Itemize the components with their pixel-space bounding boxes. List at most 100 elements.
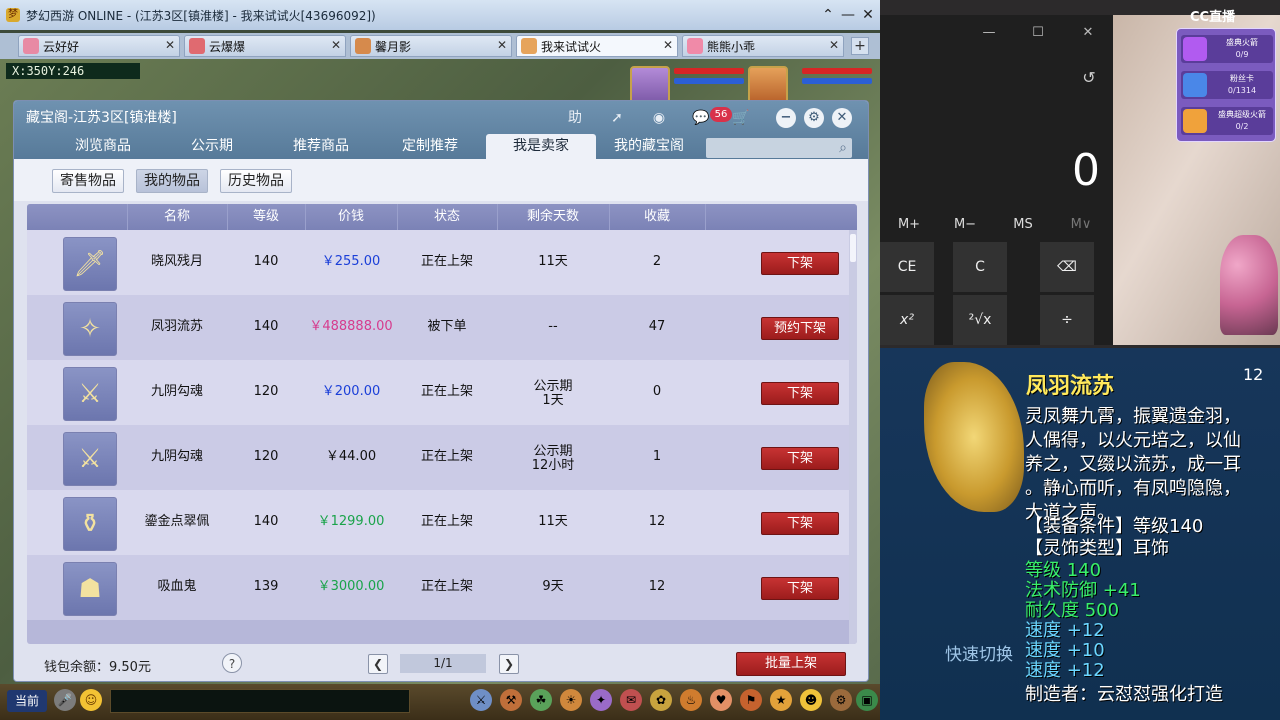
close-tab-icon[interactable]: ✕ [331,38,341,52]
help-question-icon[interactable]: ? [222,653,242,673]
divide-button[interactable]: ÷ [1040,295,1094,345]
quick-switch-label: 快速切换 [945,645,1013,665]
system-icon[interactable]: ⚙ [830,689,852,711]
smile-icon[interactable]: ☻ [800,689,822,711]
item-thumbnail[interactable]: ✧ [63,302,117,356]
search-icon[interactable]: ⌕ [834,139,852,157]
calc-maximize-button[interactable]: ☐ [1027,23,1049,43]
close-tab-icon[interactable]: ✕ [497,38,507,52]
delist-button[interactable]: 下架 [761,512,839,535]
calc-close-button[interactable]: ✕ [1077,23,1099,43]
record-icon[interactable]: ◉ [648,108,670,128]
delist-button[interactable]: 下架 [761,577,839,600]
clear-entry-button[interactable]: CE [880,242,934,292]
memory-subtract-button[interactable]: M− [942,215,988,235]
search-input[interactable] [706,138,852,158]
blade-icon: 🗡 [73,249,107,279]
minimize-button[interactable]: — [838,6,858,24]
friend-icon[interactable]: ♥ [710,689,732,711]
table-row[interactable]: ⚱ 鎏金点翠佩 140 ￥1299.00 正在上架 11天 12 下架 [27,490,849,555]
tab-public-period[interactable]: 公示期 [157,134,267,159]
memory-list-button[interactable]: M∨ [1058,215,1104,235]
delist-button[interactable]: 下架 [761,447,839,470]
item-icon[interactable]: ⚒ [500,689,522,711]
cart-icon[interactable]: 🛒 [730,108,752,128]
share-icon[interactable]: ➚ [606,108,628,128]
memory-store-button[interactable]: MS [1000,215,1046,235]
tab-recommended[interactable]: 推荐商品 [266,134,376,159]
calc-minimize-button[interactable]: — [978,23,1000,43]
table-row[interactable]: ☗ 吸血鬼 139 ￥3000.00 正在上架 9天 12 下架 [27,555,849,620]
pet-icon[interactable]: ☀ [560,689,582,711]
character-tab-1[interactable]: 云好好 ✕ [18,35,180,57]
character-tab-2[interactable]: 云爆爆 ✕ [184,35,346,57]
next-page-button[interactable]: ❯ [499,654,519,674]
character-tab-4[interactable]: 我来试试火 ✕ [516,35,678,57]
help-button[interactable]: 助 [564,108,586,128]
task-icon[interactable]: ✉ [620,689,642,711]
tab-seller[interactable]: 我是卖家 [486,134,596,159]
square-button[interactable]: x² [880,295,934,345]
delist-button[interactable]: 下架 [761,252,839,275]
memory-add-button[interactable]: M+ [886,215,932,235]
subtab-history[interactable]: 历史物品 [220,169,292,193]
backspace-button[interactable]: ⌫ [1040,242,1094,292]
chat-channel-button[interactable]: 当前 [7,690,47,712]
emoji-icon[interactable]: ☺ [80,689,102,711]
sqrt-button[interactable]: ²√x [953,295,1007,345]
item-thumbnail[interactable]: ⚱ [63,497,117,551]
item-status-cell: 正在上架 [420,384,473,399]
table-row[interactable]: ⚔ 九阴勾魂 120 ￥44.00 正在上架 公示期 12小时 1 下架 [27,425,849,490]
tab-browse[interactable]: 浏览商品 [48,134,158,159]
pet-portrait[interactable] [630,66,670,104]
character-tab-5[interactable]: 熊熊小乖 ✕ [682,35,844,57]
subtab-consign[interactable]: 寄售物品 [52,169,124,193]
table-scrollbar[interactable] [849,230,857,644]
reserve-delist-button[interactable]: 预约下架 [761,317,839,340]
table-row[interactable]: ⚔ 九阴勾魂 120 ￥200.00 正在上架 公示期 1天 0 下架 [27,360,849,425]
avatar [687,38,703,54]
settings-gear-icon[interactable]: ⚙ [804,108,824,128]
skill-icon[interactable]: ✦ [590,689,612,711]
new-tab-button[interactable]: + [851,37,869,55]
player-portrait[interactable] [748,66,788,104]
computer-icon[interactable]: ▣ [856,689,878,711]
close-tab-icon[interactable]: ✕ [663,38,673,52]
chat-input[interactable] [110,689,410,713]
close-tab-icon[interactable]: ✕ [829,38,839,52]
item-thumbnail[interactable]: 🗡 [63,237,117,291]
guild-icon[interactable]: ⚑ [740,689,762,711]
history-icon[interactable]: ↺ [1078,67,1100,89]
batch-list-button[interactable]: 批量上架 [736,652,846,676]
table-row[interactable]: ✧ 凤羽流苏 140 ￥488888.00 被下单 -- 47 预约下架 [27,295,849,360]
team-icon[interactable]: ☘ [530,689,552,711]
tab-my-pavilion[interactable]: 我的藏宝阁 [594,134,704,159]
scrollbar-thumb[interactable] [850,234,856,262]
clear-button[interactable]: C [953,242,1007,292]
gift-item[interactable]: 粉丝卡 0/1314 [1181,71,1273,99]
attack-icon[interactable]: ⚔ [470,689,492,711]
minimize-dialog-button[interactable]: − [776,108,796,128]
collapse-icon[interactable]: ⌃ [818,6,838,24]
close-dialog-button[interactable]: ✕ [832,108,852,128]
subtab-my-items[interactable]: 我的物品 [136,169,208,193]
item-thumbnail[interactable]: ⚔ [63,367,117,421]
item-thumbnail[interactable]: ⚔ [63,432,117,486]
prev-page-button[interactable]: ❮ [368,654,388,674]
gift-icon[interactable]: ✿ [650,689,672,711]
item-thumbnail[interactable]: ☗ [63,562,117,616]
ranking-icon[interactable]: ★ [770,689,792,711]
close-tab-icon[interactable]: ✕ [165,38,175,52]
character-tab-3[interactable]: 馨月影 ✕ [350,35,512,57]
close-game-button[interactable]: ✕ [858,6,878,24]
item-status-cell: 正在上架 [420,254,473,269]
tab-custom[interactable]: 定制推荐 [375,134,485,159]
message-icon[interactable]: 💬 [690,108,712,128]
microphone-icon[interactable]: 🎤 [54,689,76,711]
gift-item[interactable]: 盛典火箭 0/9 [1181,35,1273,63]
shop-icon[interactable]: ♨ [680,689,702,711]
table-row[interactable]: 🗡 晓风残月 140 ￥255.00 正在上架 11天 2 下架 [27,230,849,295]
delist-button[interactable]: 下架 [761,382,839,405]
gift-item[interactable]: 盛典超级火箭 0/2 [1181,107,1273,135]
detail-corner-number: 12 [1243,365,1264,384]
